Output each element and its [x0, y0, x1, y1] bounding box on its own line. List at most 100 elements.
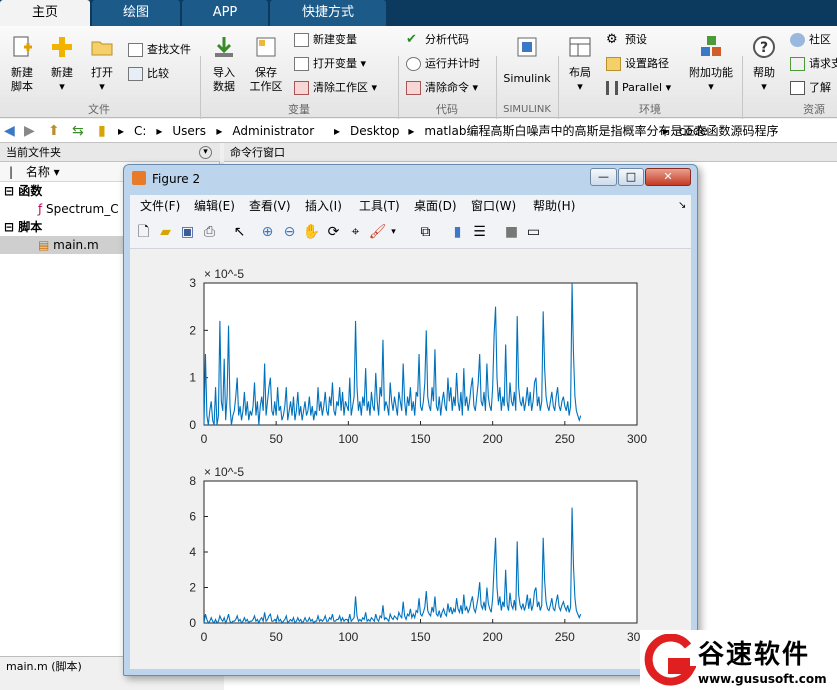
breadcrumb-separator-icon: ▸: [216, 124, 223, 138]
y-tick-label: 2: [189, 323, 196, 337]
clear-workspace-button[interactable]: 清除工作区 ▾: [294, 78, 377, 98]
chevron-down-icon[interactable]: ▾: [384, 223, 403, 242]
tab-home[interactable]: 主页: [0, 0, 90, 26]
figure-toolbar: 🗋 ▰ ▣ ⎙ ↖ ⊕ ⊖ ✋ ⟳ ⌖ 🖌 ▾ ⧉ ▮ ☰ ■ ▭: [130, 217, 691, 249]
up-folder-icon[interactable]: ⬆: [48, 123, 60, 139]
new-figure-icon[interactable]: 🗋: [134, 223, 153, 242]
clear-commands-button[interactable]: 清除命令 ▾: [406, 78, 478, 98]
help-icon: ?: [753, 36, 775, 58]
minimize-button[interactable]: —: [590, 168, 617, 186]
breadcrumb-separator-icon: ▸: [334, 124, 341, 138]
community-button[interactable]: 社区: [790, 30, 831, 50]
open-button[interactable]: 打开 ▾: [84, 34, 120, 94]
y-tick-label: 6: [189, 510, 196, 524]
run-and-time-button[interactable]: 运行并计时: [406, 54, 480, 74]
y-exponent-label: × 10^-5: [204, 267, 244, 281]
breadcrumb-item[interactable]: Desktop: [350, 119, 400, 143]
chevron-down-icon: ▾: [371, 81, 378, 94]
layout-icon: [569, 37, 591, 57]
add-ons-button[interactable]: 附加功能 ▾: [688, 34, 734, 94]
legend-icon[interactable]: ☰: [470, 223, 489, 242]
menu-window[interactable]: 窗口(W): [471, 195, 516, 217]
simulink-button[interactable]: Simulink: [500, 34, 554, 86]
folder-icon: [91, 41, 113, 56]
learn-icon: [790, 81, 805, 95]
stopwatch-icon: [406, 57, 421, 71]
section-environment: 环境: [639, 103, 661, 116]
close-button[interactable]: ✕: [645, 168, 691, 186]
back-arrow-icon[interactable]: ◀: [4, 123, 15, 139]
preferences-button[interactable]: ⚙ 预设: [606, 30, 647, 50]
link-plot-icon[interactable]: ⧉: [416, 223, 435, 242]
parallel-button[interactable]: Parallel ▾: [606, 78, 671, 98]
panel-menu-icon[interactable]: ▾: [199, 146, 212, 159]
x-tick-label: 100: [338, 630, 358, 644]
save-icon[interactable]: ▣: [178, 223, 197, 242]
maximize-button[interactable]: □: [618, 168, 644, 186]
save-workspace-button[interactable]: 保存 工作区: [246, 34, 286, 94]
analyze-code-button[interactable]: ✔ 分析代码: [406, 30, 469, 50]
menu-edit[interactable]: 编辑(E): [194, 195, 235, 217]
tab-shortcuts[interactable]: 快捷方式: [270, 0, 386, 26]
pan-hand-icon[interactable]: ✋: [302, 223, 321, 242]
name-column-label: 名称: [25, 165, 50, 179]
data-cursor-icon[interactable]: ⌖: [346, 223, 365, 242]
rotate-3d-icon[interactable]: ⟳: [324, 223, 343, 242]
tab-apps[interactable]: APP: [182, 0, 268, 26]
compare-icon: [128, 67, 143, 81]
help-button[interactable]: ? 帮助 ▾: [746, 34, 782, 94]
colorbar-icon[interactable]: ▮: [448, 223, 467, 242]
y-tick-label: 0: [189, 616, 196, 630]
learn-matlab-button[interactable]: 了解: [790, 78, 831, 98]
new-variable-button[interactable]: 新建变量: [294, 30, 357, 50]
zoom-out-icon[interactable]: ⊖: [280, 223, 299, 242]
menu-file[interactable]: 文件(F): [140, 195, 180, 217]
watermark-url: www.gususoft.com: [698, 672, 827, 686]
find-files-button[interactable]: 查找文件: [128, 40, 191, 60]
new-button[interactable]: 新建 ▾: [44, 34, 80, 94]
y-tick-label: 8: [189, 474, 196, 488]
menu-view[interactable]: 查看(V): [249, 195, 291, 217]
compare-button[interactable]: 比较: [128, 64, 169, 84]
current-folder-header: 当前文件夹 ▾: [0, 143, 220, 162]
gear-icon: ⚙: [606, 32, 618, 47]
zoom-in-icon[interactable]: ⊕: [258, 223, 277, 242]
tab-plots[interactable]: 绘图: [92, 0, 180, 26]
menu-tools[interactable]: 工具(T): [359, 195, 400, 217]
forward-arrow-icon[interactable]: ▶: [24, 123, 35, 139]
x-tick-label: 100: [338, 432, 358, 446]
breadcrumb-separator-icon: ▸: [662, 124, 669, 138]
x-tick-label: 250: [555, 432, 575, 446]
menu-insert[interactable]: 插入(I): [305, 195, 342, 217]
addons-cubes-icon: [701, 36, 721, 56]
dock-arrow-icon[interactable]: ↘: [678, 195, 686, 217]
open-file-icon[interactable]: ▰: [156, 223, 175, 242]
layout-button[interactable]: 布局 ▾: [562, 34, 598, 94]
open-variable-button[interactable]: 打开变量 ▾: [294, 54, 366, 74]
print-icon[interactable]: ⎙: [200, 223, 219, 242]
x-tick-label: 150: [410, 432, 430, 446]
breadcrumb-item[interactable]: code: [679, 119, 708, 143]
find-file-icon: [128, 43, 143, 57]
collapse-icon: ⊟: [4, 220, 19, 234]
menu-desktop[interactable]: 桌面(D): [414, 195, 457, 217]
breadcrumb-item[interactable]: Users: [172, 119, 206, 143]
breadcrumb-item[interactable]: matlab编程高斯白噪声中的高斯是指概率分布是正态函数源码程序: [424, 119, 778, 143]
y-tick-label: 3: [189, 276, 196, 290]
breadcrumb-item[interactable]: C:: [134, 119, 146, 143]
menu-help[interactable]: 帮助(H): [533, 195, 575, 217]
y-tick-label: 4: [189, 545, 196, 559]
watermark-brand: 谷速软件: [698, 640, 811, 670]
breadcrumb-item[interactable]: Administrator: [232, 119, 314, 143]
import-data-button[interactable]: 导入 数据: [206, 34, 242, 94]
request-support-button[interactable]: 请求支: [790, 54, 837, 74]
browse-icon[interactable]: ⇆: [72, 123, 84, 139]
hide-plot-tools-icon[interactable]: ■: [502, 223, 521, 242]
select-arrow-icon[interactable]: ↖: [230, 223, 249, 242]
show-plot-tools-icon[interactable]: ▭: [524, 223, 543, 242]
folder-path-icon: [606, 57, 621, 71]
set-path-button[interactable]: 设置路径: [606, 54, 669, 74]
x-tick-label: 200: [483, 432, 503, 446]
y-tick-label: 0: [189, 418, 196, 432]
new-script-button[interactable]: 新建 脚本: [4, 34, 40, 94]
